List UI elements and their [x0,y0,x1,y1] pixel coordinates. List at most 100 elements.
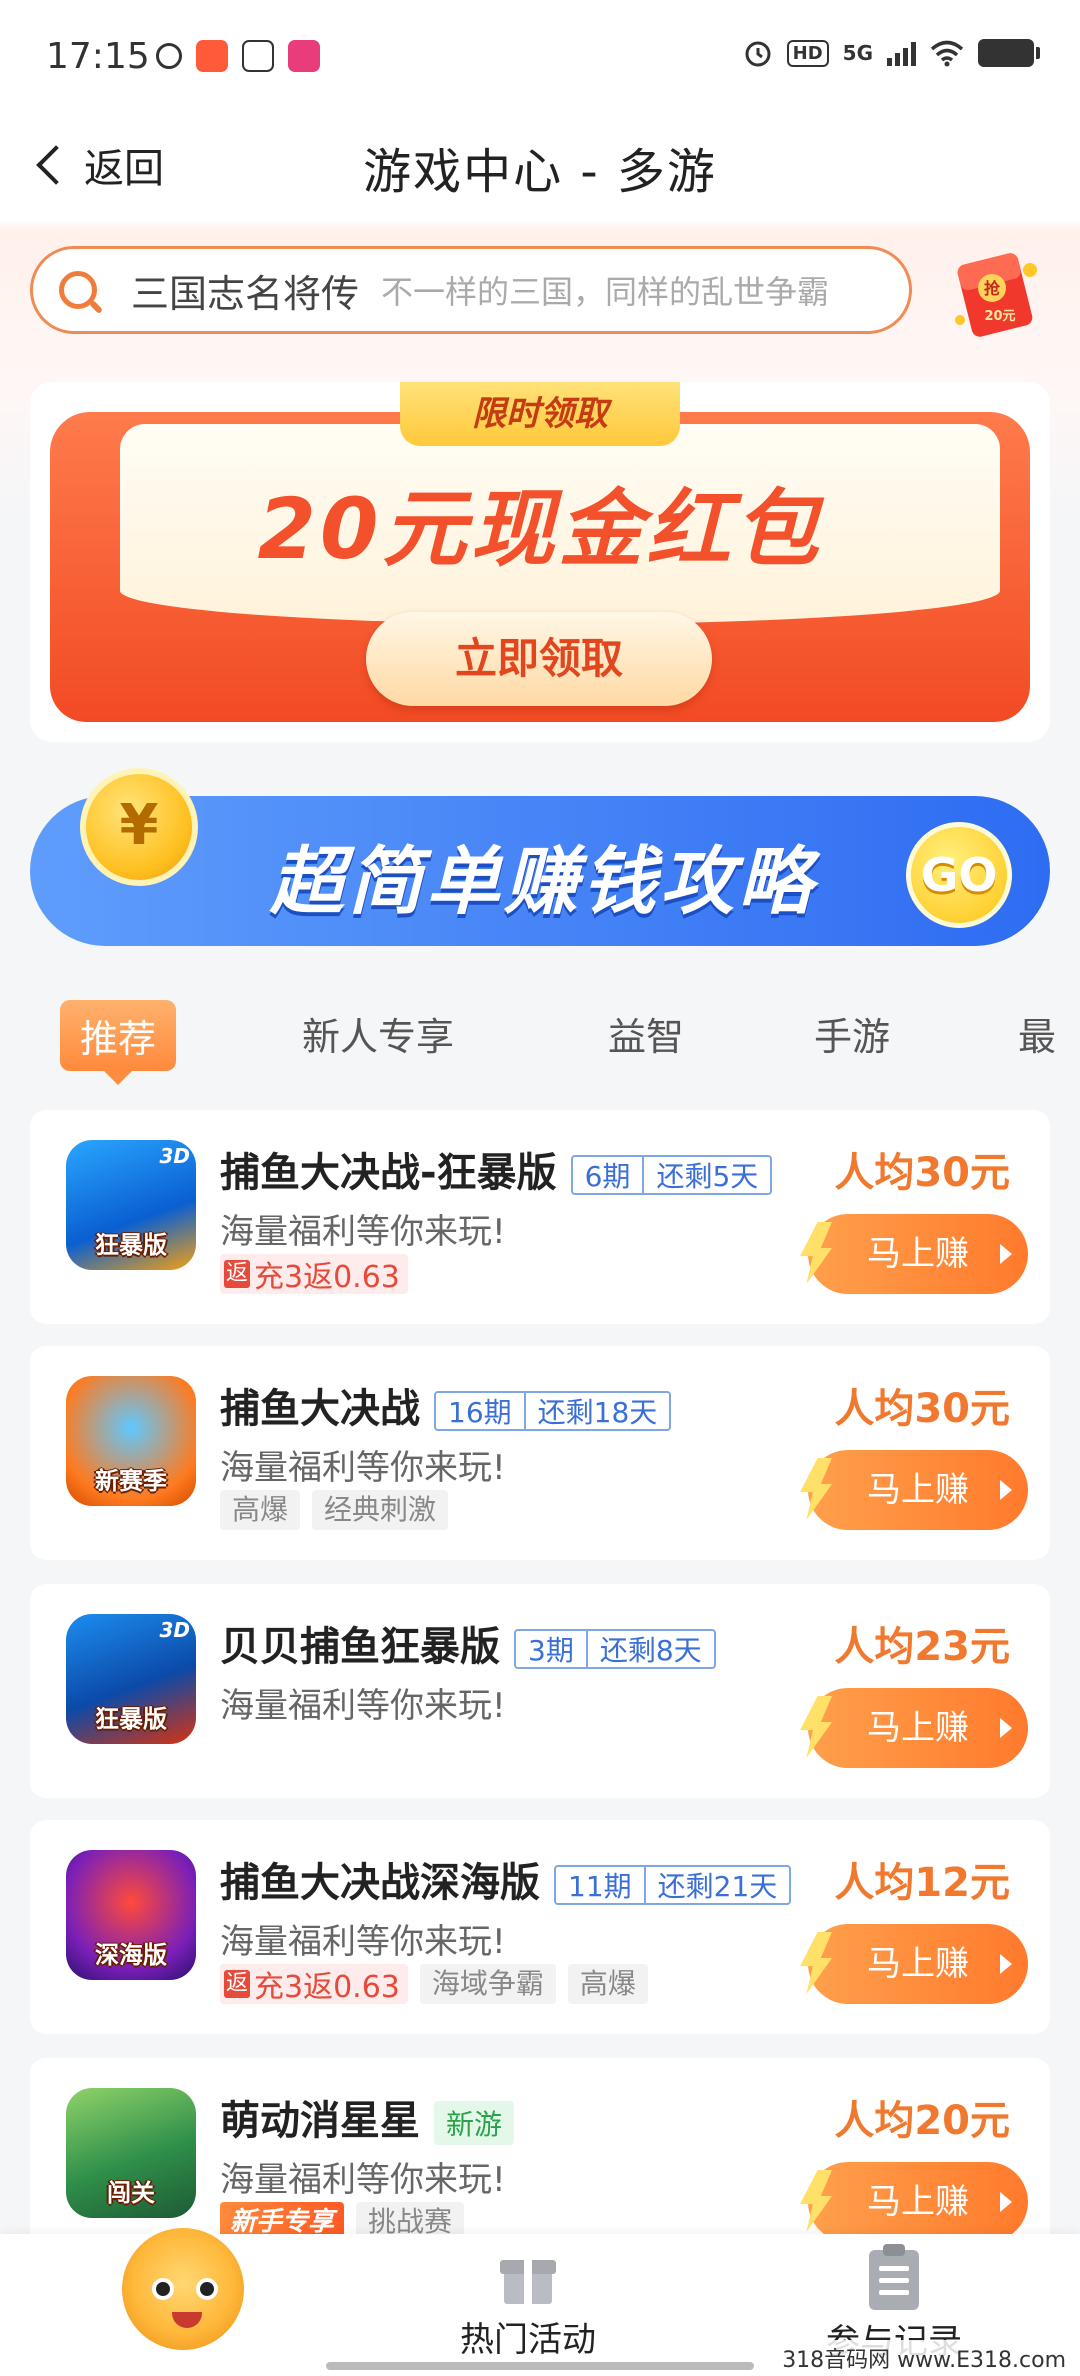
game-description: 海量福利等你来玩! [220,1922,506,1962]
gift-icon [500,2250,556,2306]
period-number: 6期 [584,1160,631,1193]
game-title-text: 捕鱼大决战-狂暴版 [220,1150,557,1196]
game-tags: 返充3返0.63 [220,1254,408,1295]
lightning-icon [800,2170,832,2232]
earn-now-button[interactable]: 马上赚 [800,1214,1028,1294]
banner-headline: 20元现金红包 [257,480,823,578]
game-icon-badge: 新赛季 [95,1467,167,1495]
earn-now-button[interactable]: 马上赚 [800,1688,1028,1768]
game-description: 海量福利等你来玩! [220,2160,506,2200]
nav-hot-activities[interactable]: 热门活动 [460,2250,596,2361]
arrow-right-icon [1000,1718,1012,1738]
game-title: 贝贝捕鱼狂暴版 3期 还剩8天 [220,1614,716,1672]
status-bar: 17:15 HD 5G [0,0,1080,110]
game-title: 捕鱼大决战深海版 11期 还剩21天 [220,1850,792,1908]
game-icon-badge: 深海版 [95,1941,167,1969]
mascot-mouth [172,2312,202,2328]
battery-icon [978,39,1040,67]
game-icon-badge: 狂暴版 [95,1705,167,1733]
earn-now-label: 马上赚 [867,1944,969,1984]
game-icon-badge: 闯关 [107,2179,155,2207]
notification-app-icon [156,43,182,69]
claim-now-button[interactable]: 立即领取 [366,612,712,706]
earn-now-label: 马上赚 [867,1234,969,1274]
game-tag: 海域争霸 [419,1964,556,2004]
days-remaining: 还剩18天 [523,1391,670,1431]
game-icon-3d-label: 3D [159,1144,190,1168]
network-label: 5G [842,41,873,65]
search-input[interactable]: 三国志名将传 不一样的三国，同样的乱世争霸 [30,246,912,334]
rebate-tag: 返充3返0.63 [220,1254,408,1295]
notification-icons [156,40,320,72]
red-packet-top-label: 抢 [984,279,1001,298]
search-value: 三国志名将传 [131,271,360,316]
tab-puzzle[interactable]: 益智 [608,1006,684,1061]
tab-recommended[interactable]: 推荐 [60,1000,177,1085]
game-card[interactable]: 新赛季 捕鱼大决战 16期 还剩18天 海量福利等你来玩! 高爆 经典刺激 人均30… [30,1346,1050,1560]
days-remaining: 还剩21天 [643,1865,790,1905]
game-tag: 经典刺激 [312,1490,449,1530]
coin-icon: ¥ [80,768,198,886]
status-time: 17:15 [46,36,150,77]
days-remaining: 还剩8天 [585,1629,714,1669]
tab-latest[interactable]: 最 [1018,1006,1056,1061]
arrow-right-icon [1000,2192,1012,2212]
mascot-eye [196,2278,218,2300]
hd-badge: HD [786,39,829,67]
days-remaining: 还剩5天 [642,1155,770,1195]
page-title: 游戏中心 - 多游 [363,144,717,200]
game-title: 捕鱼大决战 16期 还剩18天 [220,1376,672,1434]
period-number: 16期 [448,1396,512,1429]
rebate-text: 充3返0.63 [254,1260,400,1295]
game-title: 萌动消星星 新游 [220,2088,515,2146]
earn-strategy-banner[interactable]: ¥ 超简单赚钱攻略 GO [30,768,1050,946]
period-tag: 6期 还剩5天 [570,1155,773,1195]
game-title-text: 萌动消星星 [220,2098,420,2144]
nav-header: 返回 游戏中心 - 多游 [0,110,1080,220]
lightning-icon [800,1222,832,1284]
notification-app-icon [196,40,228,72]
game-tags: 高爆 经典刺激 [220,1490,449,1530]
game-card[interactable]: 深海版 捕鱼大决战深海版 11期 还剩21天 海量福利等你来玩! 返充3返0.63 … [30,1820,1050,2034]
earn-now-button[interactable]: 马上赚 [800,1924,1028,2004]
period-number: 3期 [528,1634,574,1667]
earn-now-label: 马上赚 [867,1708,969,1748]
category-tabs: 推荐 新人专享 益智 手游 最 [0,1000,1080,1090]
average-earnings: 人均23元 [834,1624,1010,1670]
tab-newcomer[interactable]: 新人专享 [302,1006,454,1061]
home-indicator[interactable] [326,2362,754,2370]
game-description: 海量福利等你来玩! [220,1212,506,1252]
go-button[interactable]: GO [906,822,1012,928]
mascot-eye [152,2278,174,2300]
game-description: 海量福利等你来玩! [220,1448,506,1488]
game-icon-badge: 狂暴版 [95,1231,167,1259]
period-tag: 16期 还剩18天 [434,1391,672,1431]
alarm-icon [745,41,771,67]
period-tag: 11期 还剩21天 [554,1865,792,1905]
game-card[interactable]: 3D 狂暴版 捕鱼大决战-狂暴版 6期 还剩5天 海量福利等你来玩! 返充3返0.6… [30,1110,1050,1324]
period-tag: 3期 还剩8天 [514,1629,716,1669]
game-icon: 深海版 [66,1850,196,1980]
period-number: 11期 [568,1870,632,1903]
lightning-icon [800,1458,832,1520]
game-icon: 3D 狂暴版 [66,1140,196,1270]
arrow-right-icon [1000,1480,1012,1500]
average-earnings: 人均12元 [834,1860,1010,1906]
red-packet-icon[interactable]: 抢 20元 [948,242,1044,338]
game-card[interactable]: 3D 狂暴版 贝贝捕鱼狂暴版 3期 还剩8天 海量福利等你来玩! 人均23元 马上赚 [30,1584,1050,1798]
tiger-mascot-icon[interactable] [118,2224,248,2354]
tab-mobile-games[interactable]: 手游 [814,1006,890,1061]
earn-now-button[interactable]: 马上赚 [800,1450,1028,1530]
game-icon: 闯关 [66,2088,196,2218]
earn-now-button[interactable]: 马上赚 [800,2162,1028,2242]
game-tag: 高爆 [220,1490,301,1530]
rebate-prefix: 返 [224,1260,250,1288]
rebate-tag: 返充3返0.63 [220,1964,408,2005]
clipboard-icon [869,2244,919,2310]
game-title: 捕鱼大决战-狂暴版 6期 还剩5天 [220,1140,773,1198]
cash-redpacket-banner[interactable]: 限时领取 20元现金红包 立即领取 [30,382,1050,742]
lightning-icon [800,1696,832,1758]
watermark: 318音码网 www.E318.com [776,2340,1072,2376]
search-placeholder: 不一样的三国，同样的乱世争霸 [381,273,830,311]
average-earnings: 人均20元 [834,2098,1010,2144]
